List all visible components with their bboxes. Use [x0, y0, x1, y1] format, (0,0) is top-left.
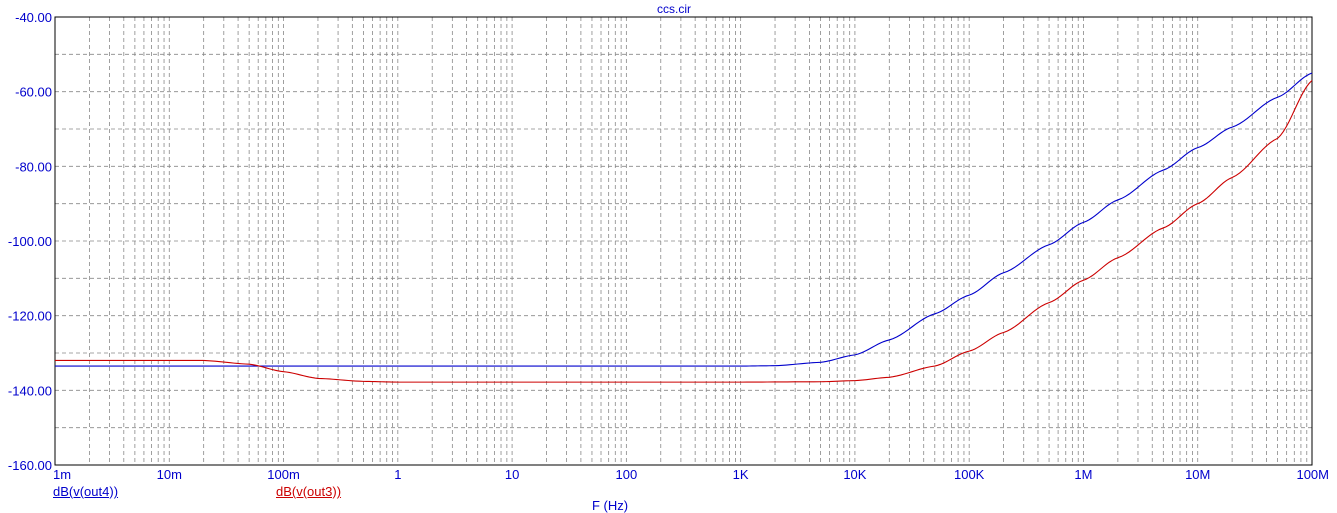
plot-area: -40.00 -60.00 -80.00 -100.00 -120.00 -140.00 -… — [8, 2, 1329, 482]
x-tick-label: 10K — [843, 467, 866, 482]
x-tick-label: 1K — [733, 467, 749, 482]
x-tick-label: 100 — [616, 467, 638, 482]
y-tick-label: -140.00 — [8, 383, 52, 398]
y-tick-label: -40.00 — [15, 10, 52, 25]
plot-frame — [54, 16, 1313, 466]
y-tick-label: -100.00 — [8, 234, 52, 249]
series-line-out3 — [55, 80, 1313, 383]
legend-series-out3[interactable]: dB(v(out3)) — [276, 484, 341, 499]
x-tick-label: 1 — [394, 467, 401, 482]
x-tick-label: 100M — [1296, 467, 1329, 482]
chart-title: ccs.cir — [657, 2, 691, 16]
legend-series-out4[interactable]: dB(v(out4)) — [53, 484, 118, 499]
series-lines — [55, 72, 1313, 383]
x-tick-label: 10M — [1185, 467, 1210, 482]
y-tick-label: -60.00 — [15, 85, 52, 100]
grid-lines — [55, 17, 1312, 465]
x-tick-label: 10m — [157, 467, 182, 482]
series-line-out4 — [55, 72, 1313, 367]
y-tick-label: -120.00 — [8, 309, 52, 324]
x-tick-label: 100m — [267, 467, 300, 482]
x-tick-label: 1M — [1074, 467, 1092, 482]
y-tick-label: -80.00 — [15, 159, 52, 174]
x-tick-label: 1m — [53, 467, 71, 482]
y-tick-label: -160.00 — [8, 458, 52, 473]
tick-labels: -40.00 -60.00 -80.00 -100.00 -120.00 -140.00 -… — [8, 10, 1329, 482]
x-tick-label: 10 — [505, 467, 519, 482]
x-axis-label: F (Hz) — [592, 498, 629, 513]
x-tick-label: 100K — [954, 467, 985, 482]
